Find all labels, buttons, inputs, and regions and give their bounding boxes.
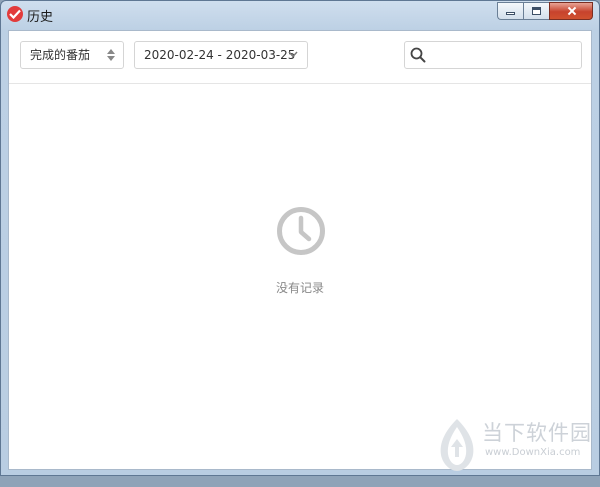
date-range-select[interactable]: 2020-02-24 - 2020-03-25 — [134, 41, 308, 69]
history-window: 历史 完成的番茄 2020-02-24 - 2020-03-25 没有记录 当下… — [0, 0, 600, 476]
status-filter-select[interactable]: 完成的番茄 — [20, 41, 124, 69]
search-box[interactable] — [404, 41, 582, 69]
status-filter-value: 完成的番茄 — [30, 48, 91, 62]
empty-state-message: 没有记录 — [275, 281, 324, 295]
app-check-icon — [7, 6, 23, 22]
watermark-logo-icon — [440, 419, 474, 471]
search-input[interactable] — [431, 45, 580, 67]
filter-toolbar: 完成的番茄 2020-02-24 - 2020-03-25 — [9, 31, 591, 84]
site-watermark: 当下软件园 www.DownXia.com — [437, 417, 600, 487]
watermark-brand: 当下软件园 — [482, 421, 592, 445]
window-controls — [497, 2, 593, 20]
history-panel: 完成的番茄 2020-02-24 - 2020-03-25 没有记录 当下软件园… — [8, 30, 592, 471]
close-button[interactable] — [549, 2, 593, 20]
sort-arrows-icon — [107, 49, 115, 61]
watermark-url: www.DownXia.com — [485, 447, 581, 458]
chevron-down-icon — [288, 51, 298, 58]
search-icon — [410, 47, 426, 63]
date-range-value: 2020-02-24 - 2020-03-25 — [144, 48, 296, 62]
window-title: 历史 — [27, 10, 54, 25]
title-bar[interactable]: 历史 — [1, 1, 599, 27]
maximize-button[interactable] — [523, 2, 549, 20]
clock-icon — [277, 207, 325, 255]
minimize-button[interactable] — [497, 2, 523, 20]
